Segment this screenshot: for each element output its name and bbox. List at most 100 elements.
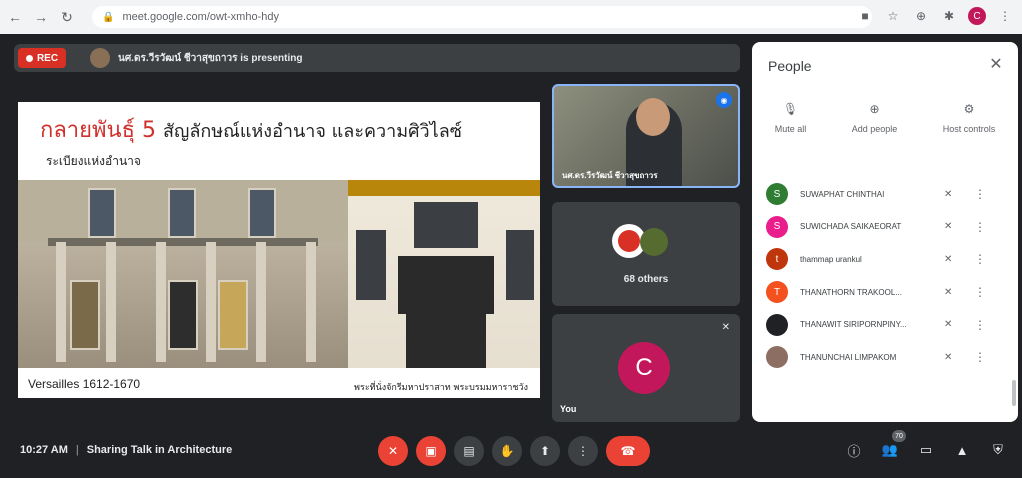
camera-icon[interactable]: ■	[856, 6, 874, 26]
more-options-icon[interactable]: ⋮	[974, 318, 986, 332]
speaking-indicator-icon: ◉	[716, 92, 732, 108]
clock-time: 10:27 AM	[20, 444, 68, 456]
presenter-camera-tile[interactable]: ◉ นศ.ดร.วีรวัฒน์ ชีวาสุขถาวร	[552, 84, 740, 188]
slide-title-red: กลายพันธุ์ 5	[40, 118, 157, 143]
puzzle-icon[interactable]: ✱	[940, 6, 958, 26]
more-options-icon[interactable]: ⋮	[974, 252, 986, 266]
self-avatar: C	[618, 342, 670, 394]
self-tile[interactable]: ✕ C You	[552, 314, 740, 422]
more-options-icon[interactable]: ⋮	[974, 285, 986, 299]
mic-off-icon: ✕	[944, 253, 953, 265]
side-tools: ⓘ 👥 70 ▭ ▲ ⛨	[844, 430, 1008, 460]
mute-all-button[interactable]: 🎙 Mute all	[775, 102, 807, 134]
microphone-toggle-button[interactable]: ✕	[378, 436, 408, 466]
mic-off-icon: 🎙	[782, 102, 799, 116]
mic-off-icon: ✕	[721, 322, 730, 333]
scrollbar[interactable]	[1012, 380, 1016, 406]
people-panel: People ✕ 🎙 Mute all ⊕ Add people ⚙ Host …	[752, 42, 1018, 422]
participant-list: S SUWAPHAT CHINTHAI ✕ ⋮ S SUWICHADA SAIK…	[752, 178, 1018, 374]
others-label: 68 others	[623, 274, 669, 285]
host-controls-button[interactable]: ⛨	[988, 440, 1008, 460]
list-item[interactable]: t thammap urankul ✕ ⋮	[752, 243, 1018, 276]
reload-icon[interactable]: ↻	[56, 6, 78, 28]
avatar	[766, 346, 788, 369]
list-item[interactable]: S SUWAPHAT CHINTHAI ✕ ⋮	[752, 178, 1018, 211]
meeting-info: 10:27 AM | Sharing Talk in Architecture	[20, 444, 232, 456]
participant-name: THANATHORN TRAKOOL...	[800, 287, 902, 297]
list-item[interactable]: THANAWIT SIRIPORNPINY... ✕ ⋮	[752, 308, 1018, 341]
avatar: T	[766, 281, 788, 304]
presenter-avatar	[90, 48, 110, 68]
participant-name: THANUNCHAI LIMPAKOM	[800, 352, 897, 362]
list-item[interactable]: S SUWICHADA SAIKAEORAT ✕ ⋮	[752, 211, 1018, 244]
presentation-bar: REC นศ.ดร.วีรวัฒน์ ชีวาสุขถาวร is presen…	[14, 44, 740, 72]
add-person-icon: ⊕	[869, 102, 880, 116]
avatar: S	[766, 183, 788, 206]
mic-off-icon: ✕	[944, 351, 953, 363]
menu-icon[interactable]: ⋮	[996, 6, 1014, 26]
people-count-badge: 70	[892, 430, 906, 442]
rec-label: REC	[36, 52, 59, 64]
slide-title: กลายพันธุ์ 5 สัญลักษณ์แห่งอำนาจ และความศ…	[40, 112, 462, 147]
people-panel-title: People	[768, 58, 812, 74]
presenting-text: นศ.ดร.วีรวัฒน์ ชีวาสุขถาวร is presenting	[118, 52, 303, 64]
add-people-button[interactable]: ⊕ Add people	[852, 102, 898, 134]
list-item[interactable]: THANUNCHAI LIMPAKOM ✕ ⋮	[752, 341, 1018, 374]
divider: |	[75, 444, 79, 456]
bottom-bar: 10:27 AM | Sharing Talk in Architecture …	[0, 428, 1022, 478]
raise-hand-button[interactable]: ✋	[492, 436, 522, 466]
profile-avatar[interactable]: C	[968, 7, 986, 25]
more-options-icon[interactable]: ⋮	[974, 220, 986, 234]
activities-button[interactable]: ▲	[952, 440, 972, 460]
participant-name: SUWICHADA SAIKAEORAT	[800, 222, 902, 232]
mic-off-icon: ✕	[944, 188, 953, 200]
meeting-title: Sharing Talk in Architecture	[86, 444, 233, 456]
host-controls-icon: ⚙	[963, 102, 975, 116]
lock-icon: 🔒	[102, 11, 115, 23]
present-button[interactable]: ⬆	[530, 436, 560, 466]
star-icon[interactable]: ☆	[884, 6, 902, 26]
self-label: You	[560, 404, 577, 414]
list-item[interactable]: T THANATHORN TRAKOOL... ✕ ⋮	[752, 276, 1018, 309]
more-options-button[interactable]: ⋮	[568, 436, 598, 466]
slide-subtitle: ระเบียงแห่งอำนาจ	[46, 154, 141, 168]
back-icon[interactable]: ←	[4, 6, 26, 28]
more-options-icon[interactable]: ⋮	[974, 187, 986, 201]
url-text: meet.google.com/owt-xmho-hdy	[122, 11, 279, 23]
more-options-icon[interactable]: ⋮	[974, 350, 986, 364]
avatar: S	[766, 215, 788, 238]
others-tile[interactable]: 68 others	[552, 202, 740, 306]
participant-avatar	[640, 228, 668, 256]
versailles-photo	[18, 180, 348, 368]
slide-title-dark: สัญลักษณ์แห่งอำนาจ และความศิวิไลซ์	[163, 121, 462, 142]
avatar	[766, 313, 788, 336]
extension-icon[interactable]: ⊕	[912, 6, 930, 26]
captions-button[interactable]: ▤	[454, 436, 484, 466]
people-button[interactable]: 👥 70	[880, 430, 906, 460]
recording-dot-icon	[25, 54, 33, 62]
camera-toggle-button[interactable]: ▣	[416, 436, 446, 466]
avatar: t	[766, 248, 788, 271]
host-controls-button[interactable]: ⚙ Host controls	[943, 102, 996, 134]
participant-name: thammap urankul	[800, 254, 862, 264]
address-bar[interactable]: 🔒 meet.google.com/owt-xmho-hdy	[92, 6, 872, 28]
recording-badge: REC	[18, 48, 66, 68]
meet-stage: REC นศ.ดร.วีรวัฒน์ ชีวาสุขถาวร is presen…	[0, 34, 1022, 478]
close-icon[interactable]: ✕	[986, 54, 1006, 74]
leave-call-button[interactable]: ☎	[606, 436, 650, 466]
browser-toolbar: ← → ↻ 🔒 meet.google.com/owt-xmho-hdy ■ ☆…	[0, 0, 1022, 34]
camera-tile-label: นศ.ดร.วีรวัฒน์ ชีวาสุขถาวร	[562, 171, 658, 180]
forward-icon[interactable]: →	[30, 6, 52, 28]
slide-caption-right: พระที่นั่งจักรีมหาปราสาท พระบรมมหาราชวัง	[354, 383, 528, 393]
mic-off-icon: ✕	[944, 286, 953, 298]
call-controls: ✕ ▣ ▤ ✋ ⬆ ⋮ ☎	[378, 436, 650, 466]
chat-button[interactable]: ▭	[916, 440, 936, 460]
meeting-details-button[interactable]: ⓘ	[844, 440, 864, 460]
participant-name: SUWAPHAT CHINTHAI	[800, 189, 885, 199]
people-icon: 👥	[881, 442, 899, 457]
slide-caption-left: Versailles 1612-1670	[28, 377, 141, 391]
mic-off-icon: ✕	[944, 221, 953, 233]
participant-name: THANAWIT SIRIPORNPINY...	[800, 320, 907, 330]
presentation-slide: กลายพันธุ์ 5 สัญลักษณ์แห่งอำนาจ และความศ…	[18, 102, 540, 398]
chakri-palace-photo	[348, 180, 540, 368]
